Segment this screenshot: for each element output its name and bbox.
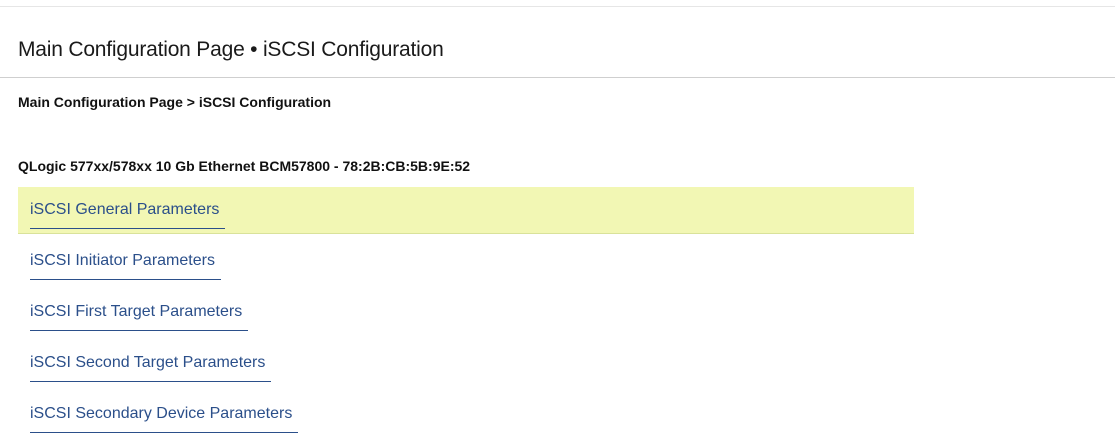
page-title: Main Configuration Page • iSCSI Configur…	[18, 38, 444, 61]
general-parameters-link[interactable]: iSCSI General Parameters	[30, 201, 226, 229]
menu-item-general-parameters[interactable]: iSCSI General Parameters	[18, 187, 914, 234]
menu-item-initiator-parameters[interactable]: iSCSI Initiator Parameters	[18, 238, 914, 285]
menu-item-secondary-device-parameters[interactable]: iSCSI Secondary Device Parameters	[18, 391, 914, 438]
second-target-parameters-link[interactable]: iSCSI Second Target Parameters	[30, 354, 272, 382]
initiator-parameters-link[interactable]: iSCSI Initiator Parameters	[30, 252, 221, 280]
secondary-device-parameters-link[interactable]: iSCSI Secondary Device Parameters	[30, 405, 299, 433]
menu-item-first-target-parameters[interactable]: iSCSI First Target Parameters	[18, 289, 914, 336]
page-header: Main Configuration Page • iSCSI Configur…	[0, 7, 1115, 78]
breadcrumb: Main Configuration Page > iSCSI Configur…	[18, 94, 332, 110]
device-title: QLogic 577xx/578xx 10 Gb Ethernet BCM578…	[18, 158, 471, 174]
first-target-parameters-link[interactable]: iSCSI First Target Parameters	[30, 303, 249, 331]
iscsi-menu-list: iSCSI General Parameters iSCSI Initiator…	[18, 187, 914, 442]
menu-item-second-target-parameters[interactable]: iSCSI Second Target Parameters	[18, 340, 914, 387]
